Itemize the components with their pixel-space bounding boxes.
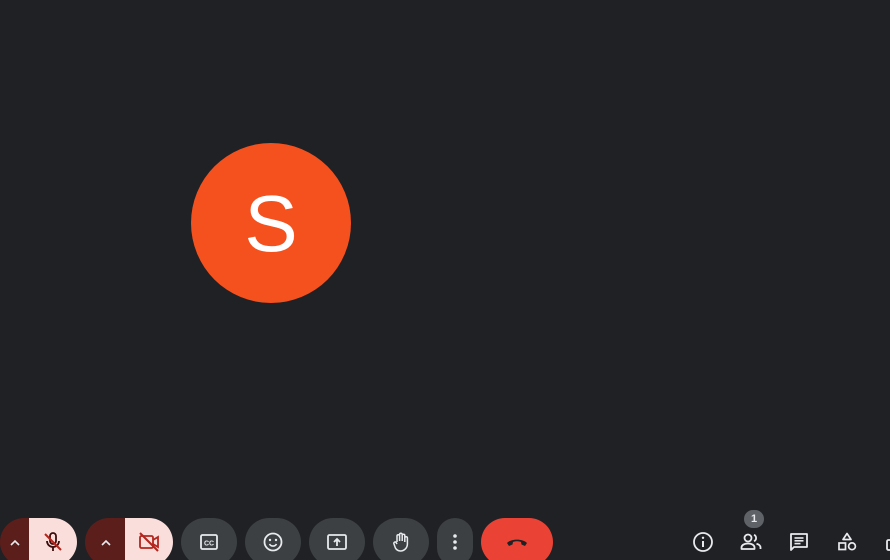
- present-screen-icon: [325, 530, 349, 554]
- info-icon: [691, 530, 715, 554]
- host-controls-icon: [886, 530, 890, 554]
- reactions-button[interactable]: [245, 518, 301, 560]
- more-vert-icon: [443, 530, 467, 554]
- chevron-up-icon: [98, 530, 114, 554]
- people-count-badge: 1: [744, 510, 764, 528]
- chat-button[interactable]: [775, 518, 823, 560]
- microphone-button[interactable]: [29, 518, 77, 560]
- activities-icon: [835, 530, 859, 554]
- present-screen-button[interactable]: [309, 518, 365, 560]
- participant-initial: S: [244, 179, 298, 268]
- more-options-button[interactable]: [437, 518, 473, 560]
- people-icon: [739, 530, 763, 554]
- meeting-details-button[interactable]: [679, 518, 727, 560]
- people-button[interactable]: 1: [727, 510, 775, 560]
- activities-button[interactable]: [823, 518, 871, 560]
- closed-captions-icon: CC: [197, 530, 221, 554]
- mic-options-button[interactable]: [0, 518, 30, 560]
- camera-options-button[interactable]: [85, 518, 127, 560]
- videocam-off-icon: [137, 530, 161, 554]
- captions-button[interactable]: CC: [181, 518, 237, 560]
- leave-call-button[interactable]: [481, 518, 553, 560]
- call-end-icon: [504, 530, 530, 554]
- emoji-icon: [261, 530, 285, 554]
- raise-hand-button[interactable]: [373, 518, 429, 560]
- hand-icon: [389, 530, 413, 554]
- call-controls-bar: CC 1: [0, 510, 890, 560]
- chevron-up-icon: [7, 530, 23, 554]
- svg-text:CC: CC: [204, 541, 214, 548]
- host-controls-button[interactable]: [871, 518, 890, 560]
- camera-button[interactable]: [125, 518, 173, 560]
- meeting-stage: S CC 1: [0, 0, 890, 560]
- chat-icon: [787, 530, 811, 554]
- participant-avatar: S: [191, 143, 351, 303]
- mic-off-icon: [41, 530, 65, 554]
